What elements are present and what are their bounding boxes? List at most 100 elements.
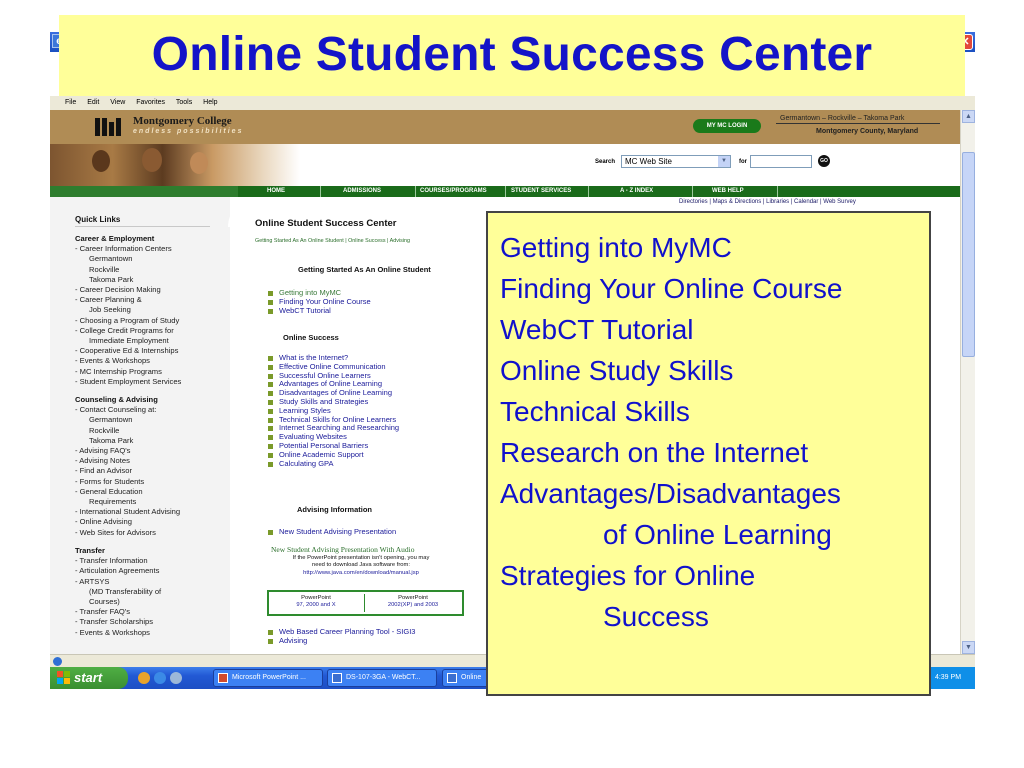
sidebar-link[interactable]: Rockville: [75, 265, 225, 275]
sidebar-link[interactable]: Requirements: [75, 497, 225, 507]
sidebar-link[interactable]: - Events & Workshops: [75, 628, 225, 638]
sidebar-link[interactable]: Takoma Park: [75, 275, 225, 285]
section-heading-advising: Advising Information: [297, 505, 372, 514]
ie-icon: [332, 673, 342, 683]
college-header: Montgomery College endless possibilities…: [50, 110, 960, 144]
menu-edit[interactable]: Edit: [87, 99, 99, 106]
sidebar-link[interactable]: - Advising Notes: [75, 456, 225, 466]
sidebar-heading: Career & Employment: [75, 234, 155, 243]
sidebar-link[interactable]: - Events & Workshops: [75, 356, 225, 366]
sidebar-link[interactable]: - General Education: [75, 487, 225, 497]
college-name[interactable]: Montgomery College: [133, 115, 232, 127]
taskbar-button-powerpoint[interactable]: Microsoft PowerPoint ...: [213, 669, 323, 687]
sidebar-link[interactable]: - Online Advising: [75, 517, 225, 527]
sidebar-link[interactable]: Courses): [75, 597, 225, 607]
campus-links[interactable]: Germantown – Rockville – Takoma Park: [780, 115, 904, 122]
sidebar-link[interactable]: - Career Decision Making: [75, 285, 225, 295]
menu-file[interactable]: File: [65, 99, 76, 106]
sidebar-link[interactable]: - Transfer Scholarships: [75, 617, 225, 627]
vertical-scrollbar[interactable]: ▲ ▼: [960, 110, 975, 654]
sidebar-link[interactable]: - College Credit Programs for: [75, 326, 225, 336]
sidebar-link[interactable]: - MC Internship Programs: [75, 367, 225, 377]
menu-help[interactable]: Help: [203, 99, 217, 106]
scroll-thumb[interactable]: [962, 152, 975, 357]
powerpoint-97-link[interactable]: PowerPoint 97, 2000 and X: [270, 595, 362, 609]
callout-item: Online Study Skills: [500, 355, 734, 386]
sidebar-link[interactable]: - Find an Advisor: [75, 466, 225, 476]
ie-icon[interactable]: [154, 672, 166, 684]
sidebar-link[interactable]: - Transfer FAQ's: [75, 607, 225, 617]
content-link[interactable]: Calculating GPA: [268, 459, 399, 469]
powerpoint-icon: [218, 673, 228, 683]
taskbar-button-online[interactable]: Online: [442, 669, 492, 687]
nav-student-services[interactable]: STUDENT SERVICES: [511, 186, 571, 197]
sidebar-link[interactable]: Germantown: [75, 415, 225, 425]
callout-item: of Online Learning: [603, 519, 832, 550]
callout-item: Technical Skills: [500, 396, 690, 427]
sidebar-link[interactable]: Rockville: [75, 426, 225, 436]
slide-title-banner: Online Student Success Center: [59, 15, 965, 96]
college-tagline: endless possibilities: [133, 128, 244, 135]
desktop-icon[interactable]: [170, 672, 182, 684]
sidebar-link[interactable]: - Advising FAQ's: [75, 446, 225, 456]
sidebar-link[interactable]: - Career Information Centers: [75, 244, 225, 254]
sidebar-link[interactable]: Germantown: [75, 254, 225, 264]
nav-courses-programs[interactable]: COURSES/PROGRAMS: [420, 186, 487, 197]
content-link[interactable]: WebCT Tutorial: [268, 306, 371, 316]
page-title: Online Student Success Center: [255, 218, 397, 229]
sidebar-link[interactable]: - Articulation Agreements: [75, 566, 225, 576]
nsa-instructions: If the PowerPoint presentation isn't ope…: [269, 555, 453, 577]
header-photo-band: Search MC Web Site ▼ for GO: [50, 144, 960, 186]
sidebar-link[interactable]: - Forms for Students: [75, 477, 225, 487]
search-scope-select[interactable]: MC Web Site ▼: [621, 155, 731, 168]
sidebar-link[interactable]: - Web Sites for Advisors: [75, 528, 225, 538]
callout-item: Strategies for Online: [500, 560, 756, 591]
sidebar-link[interactable]: - ARTSYS: [75, 577, 225, 587]
firefox-icon[interactable]: [138, 672, 150, 684]
nav-admissions[interactable]: ADMISSIONS: [343, 186, 381, 197]
powerpoint-2002-link[interactable]: PowerPoint 2002(XP) and 2003: [367, 595, 459, 609]
nav-home[interactable]: HOME: [267, 186, 285, 197]
sidebar-link[interactable]: (MD Transferability of: [75, 587, 225, 597]
search-input[interactable]: [750, 155, 812, 168]
go-button[interactable]: GO: [818, 155, 830, 167]
powerpoint-options-table: PowerPoint 97, 2000 and X PowerPoint 200…: [267, 590, 464, 616]
taskbar-button-webct[interactable]: DS-107-3GA - WebCT...: [327, 669, 437, 687]
sidebar-heading: Transfer: [75, 545, 105, 555]
sidebar-link[interactable]: - Choosing a Program of Study: [75, 316, 225, 326]
nav-a-z-index[interactable]: A - Z INDEX: [620, 186, 653, 197]
menu-view[interactable]: View: [110, 99, 125, 106]
sidebar-link[interactable]: - International Student Advising: [75, 507, 225, 517]
quick-launch: [138, 671, 186, 689]
callout-item: Getting into MyMC: [500, 232, 732, 263]
sidebar-link[interactable]: - Career Planning &: [75, 295, 225, 305]
content-link[interactable]: Advising: [268, 636, 415, 646]
start-button[interactable]: start: [50, 667, 128, 689]
sidebar-link[interactable]: Immediate Employment: [75, 336, 225, 346]
callout-item: Advantages/Disadvantages: [500, 478, 841, 509]
nav-web-help[interactable]: WEB HELP: [712, 186, 744, 197]
sidebar-link[interactable]: Takoma Park: [75, 436, 225, 446]
callout-item: Finding Your Online Course: [500, 273, 843, 304]
county-label: Montgomery County, Maryland: [816, 128, 919, 135]
search-label: Search: [595, 159, 616, 165]
chevron-down-icon[interactable]: ▼: [718, 156, 730, 167]
section-links[interactable]: Getting Started As An Online Student | O…: [255, 238, 410, 244]
menu-tools[interactable]: Tools: [176, 99, 192, 106]
my-mc-login-button[interactable]: MY MC LOGIN: [693, 119, 761, 133]
sidebar-link[interactable]: - Contact Counseling at:: [75, 405, 225, 415]
utility-links[interactable]: Directories | Maps & Directions | Librar…: [679, 199, 856, 205]
college-logo-icon[interactable]: [95, 116, 125, 136]
career-list: Web Based Career Planning Tool - SIGI3 Ad…: [268, 627, 415, 646]
menu-favorites[interactable]: Favorites: [136, 99, 165, 106]
page-status-icon: [53, 657, 62, 666]
sidebar-link[interactable]: - Transfer Information: [75, 556, 225, 566]
scroll-up-icon[interactable]: ▲: [962, 110, 975, 123]
sidebar-link[interactable]: - Student Employment Services: [75, 377, 225, 387]
sidebar-link[interactable]: - Cooperative Ed & Internships: [75, 346, 225, 356]
content-link[interactable]: New Student Advising Presentation: [268, 527, 396, 537]
sidebar-link[interactable]: Job Seeking: [75, 305, 225, 315]
scroll-down-icon[interactable]: ▼: [962, 641, 975, 654]
java-download-link[interactable]: http://www.java.com/en/download/manual.j…: [269, 570, 453, 577]
